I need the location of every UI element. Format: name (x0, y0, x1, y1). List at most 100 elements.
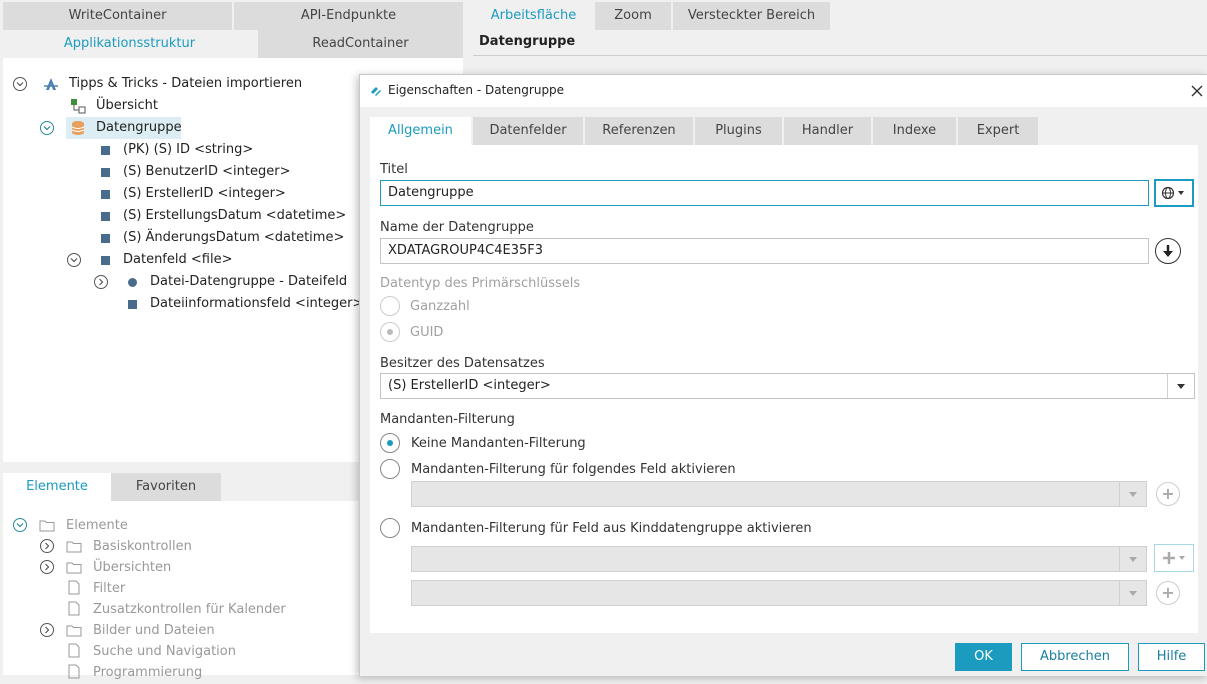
folder-icon (39, 519, 55, 536)
elements-tree-panel: Elemente Basiskontrollen Übersichten Fil… (3, 501, 360, 680)
tab-app-structure[interactable]: Applikationsstruktur (3, 30, 256, 58)
name-label: Name der Datengruppe (380, 220, 534, 235)
elements-item[interactable]: Übersichten (93, 557, 171, 579)
elements-item[interactable]: Bilder und Dateien (93, 620, 215, 642)
properties-dialog: Eigenschaften - Datengruppe Allgemein Da… (359, 74, 1207, 676)
tab-general[interactable]: Allgemein (370, 117, 471, 145)
titel-label: Titel (380, 162, 408, 177)
file-icon (68, 580, 80, 599)
tab-favorites[interactable]: Favoriten (111, 473, 221, 501)
help-button[interactable]: Hilfe (1138, 643, 1205, 671)
collapse-icon[interactable] (40, 121, 54, 135)
reference-icon (128, 278, 137, 287)
tab-api-endpoints[interactable]: API-Endpunkte (234, 2, 463, 30)
tree-file-sub[interactable]: Datei-Datengruppe - Dateifeld (150, 271, 347, 293)
tenant-child-radio[interactable] (380, 518, 400, 538)
tenant-none-radio[interactable] (380, 433, 400, 453)
add-icon (1163, 552, 1185, 564)
tenant-child-group-select[interactable] (411, 546, 1147, 572)
collapse-icon[interactable] (13, 77, 27, 91)
chevron-down-icon[interactable] (1167, 374, 1194, 398)
close-icon[interactable] (1190, 84, 1204, 98)
field-icon (101, 256, 110, 265)
titel-input[interactable]: Datengruppe (380, 180, 1149, 206)
tab-read-container[interactable]: ReadContainer (258, 30, 463, 58)
app-logo-icon (370, 85, 382, 97)
add-dropdown-button[interactable] (1154, 544, 1194, 572)
tree-field[interactable]: (PK) (S) ID <string> (123, 139, 253, 161)
tree-field[interactable]: (S) ErstellerID <integer> (123, 183, 286, 205)
tenant-label: Mandanten-Filterung (380, 412, 515, 427)
pk-integer-radio[interactable] (380, 296, 400, 316)
elements-item[interactable]: Programmierung (93, 662, 202, 684)
tree-root-label[interactable]: Tipps & Tricks - Dateien importieren (69, 73, 302, 95)
tab-handler[interactable]: Handler (784, 117, 871, 145)
cancel-button[interactable]: Abbrechen (1021, 643, 1129, 671)
tab-write-container[interactable]: WriteContainer (3, 2, 232, 30)
tab-expert[interactable]: Expert (958, 117, 1038, 145)
elements-item[interactable]: Suche und Navigation (93, 641, 236, 663)
tree-field[interactable]: (S) BenutzerID <integer> (123, 161, 291, 183)
folder-icon (66, 624, 82, 641)
tab-workspace[interactable]: Arbeitsfläche (474, 2, 593, 30)
elements-item[interactable]: Basiskontrollen (93, 536, 192, 558)
tree-item-datagroup[interactable]: Datengruppe (96, 117, 182, 139)
globe-icon (1161, 186, 1184, 200)
elements-item[interactable]: Filter (93, 578, 125, 600)
tree-field[interactable]: (S) ÄnderungsDatum <datetime> (123, 227, 344, 249)
tenant-none-label: Keine Mandanten-Filterung (411, 436, 586, 451)
tab-elements[interactable]: Elemente (3, 473, 111, 501)
overview-icon (70, 98, 86, 114)
owner-label: Besitzer des Datensatzes (380, 356, 545, 371)
chevron-down-icon[interactable] (1119, 482, 1146, 506)
file-icon (68, 643, 80, 662)
tab-zoom[interactable]: Zoom (595, 2, 671, 30)
folder-icon (66, 561, 82, 578)
chevron-down-icon[interactable] (1119, 547, 1146, 571)
file-icon (68, 664, 80, 683)
tab-indexes[interactable]: Indexe (873, 117, 956, 145)
tab-references[interactable]: Referenzen (585, 117, 693, 145)
download-icon[interactable] (1155, 238, 1181, 264)
tenant-field-radio[interactable] (380, 459, 400, 479)
tree-field[interactable]: (S) ErstellungsDatum <datetime> (123, 205, 346, 227)
app-icon (43, 76, 59, 92)
collapse-icon[interactable] (67, 253, 81, 267)
language-button[interactable] (1154, 179, 1194, 207)
add-icon[interactable]: + (1156, 581, 1180, 605)
field-icon (101, 168, 110, 177)
elements-root[interactable]: Elemente (66, 515, 128, 537)
tree-item-overview[interactable]: Übersicht (96, 95, 158, 117)
expand-icon[interactable] (40, 560, 54, 574)
pk-guid-radio[interactable] (380, 322, 400, 342)
name-input[interactable]: XDATAGROUP4C4E35F3 (380, 238, 1149, 264)
dialog-body: Titel Datengruppe Name der Datengruppe X… (370, 145, 1198, 633)
add-icon[interactable]: + (1156, 482, 1180, 506)
tenant-field-select[interactable] (411, 481, 1147, 507)
expand-icon[interactable] (40, 623, 54, 637)
expand-icon[interactable] (94, 275, 108, 289)
dialog-title: Eigenschaften - Datengruppe (388, 83, 565, 97)
field-icon (101, 190, 110, 199)
tenant-field-label: Mandanten-Filterung für folgendes Feld a… (411, 462, 736, 477)
tenant-child-label: Mandanten-Filterung für Feld aus Kinddat… (411, 521, 812, 536)
workspace-title: Datengruppe (479, 34, 576, 49)
dialog-titlebar[interactable]: Eigenschaften - Datengruppe (360, 75, 1207, 107)
owner-select-value: (S) ErstellerID <integer> (388, 378, 551, 393)
tab-plugins[interactable]: Plugins (695, 117, 782, 145)
database-icon (70, 120, 86, 136)
tenant-child-field-select[interactable] (411, 580, 1147, 606)
expand-icon[interactable] (40, 539, 54, 553)
pk-integer-label: Ganzzahl (410, 299, 470, 314)
owner-select[interactable]: (S) ErstellerID <integer> (380, 373, 1195, 399)
elements-item[interactable]: Zusatzkontrollen für Kalender (93, 599, 286, 621)
tab-hidden-area[interactable]: Versteckter Bereich (673, 2, 830, 30)
collapse-icon[interactable] (13, 518, 27, 532)
tree-file-field[interactable]: Datenfeld <file> (123, 249, 232, 271)
ok-button[interactable]: OK (955, 643, 1012, 671)
chevron-down-icon[interactable] (1119, 581, 1146, 605)
field-icon (128, 300, 137, 309)
file-icon (68, 601, 80, 620)
tree-file-sub[interactable]: Dateiinformationsfeld <integer> (150, 293, 363, 315)
tab-data-fields[interactable]: Datenfelder (473, 117, 583, 145)
